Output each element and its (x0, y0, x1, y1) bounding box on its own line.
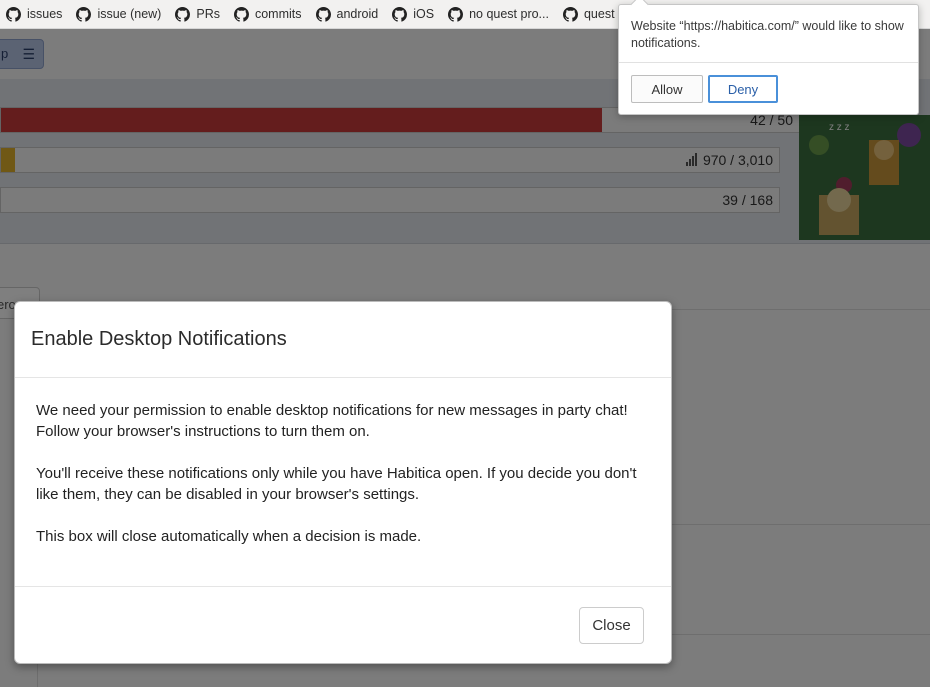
modal-footer: Close (15, 587, 671, 663)
notification-permission-popup: Website “https://habitica.com/” would li… (618, 0, 919, 115)
github-icon (233, 6, 249, 22)
modal-header: Enable Desktop Notifications (15, 302, 671, 378)
bookmark-label: issue (new) (97, 7, 162, 21)
allow-button[interactable]: Allow (631, 75, 703, 103)
divider (619, 62, 918, 63)
modal-paragraph: This box will close automatically when a… (36, 528, 422, 545)
bookmark-item[interactable]: PRs (169, 0, 228, 28)
bookmark-item[interactable]: android (310, 0, 387, 28)
bookmark-label: no quest pro... (469, 7, 549, 21)
bookmark-item[interactable]: issue (new) (70, 0, 169, 28)
bookmark-label: commits (254, 7, 302, 21)
deny-button[interactable]: Deny (708, 75, 778, 103)
github-icon (175, 6, 191, 22)
github-icon (562, 6, 578, 22)
modal-paragraph: You'll receive these notifications only … (36, 465, 637, 503)
permission-message: Website “https://habitica.com/” would li… (631, 19, 904, 50)
bookmark-item[interactable]: iOS (386, 0, 442, 28)
github-icon (76, 6, 92, 22)
bookmark-label: iOS (413, 7, 435, 21)
bookmark-item[interactable]: no quest pro... (442, 0, 557, 28)
notifications-modal: Enable Desktop Notifications We need you… (14, 301, 672, 664)
github-icon (315, 6, 331, 22)
modal-title: Enable Desktop Notifications (31, 328, 287, 350)
modal-paragraph: We need your permission to enable deskto… (36, 402, 628, 440)
bookmark-item[interactable]: issues (0, 0, 70, 28)
bookmark-item[interactable]: commits (228, 0, 310, 28)
github-icon (6, 6, 21, 22)
github-icon (392, 6, 408, 22)
close-button[interactable]: Close (579, 607, 644, 644)
github-icon (448, 6, 464, 22)
bookmark-label: issues (27, 7, 63, 21)
bookmark-label: PRs (196, 7, 220, 21)
bookmark-label: android (336, 7, 379, 21)
modal-body: We need your permission to enable deskto… (15, 378, 671, 587)
popup-arrow (630, 0, 649, 14)
